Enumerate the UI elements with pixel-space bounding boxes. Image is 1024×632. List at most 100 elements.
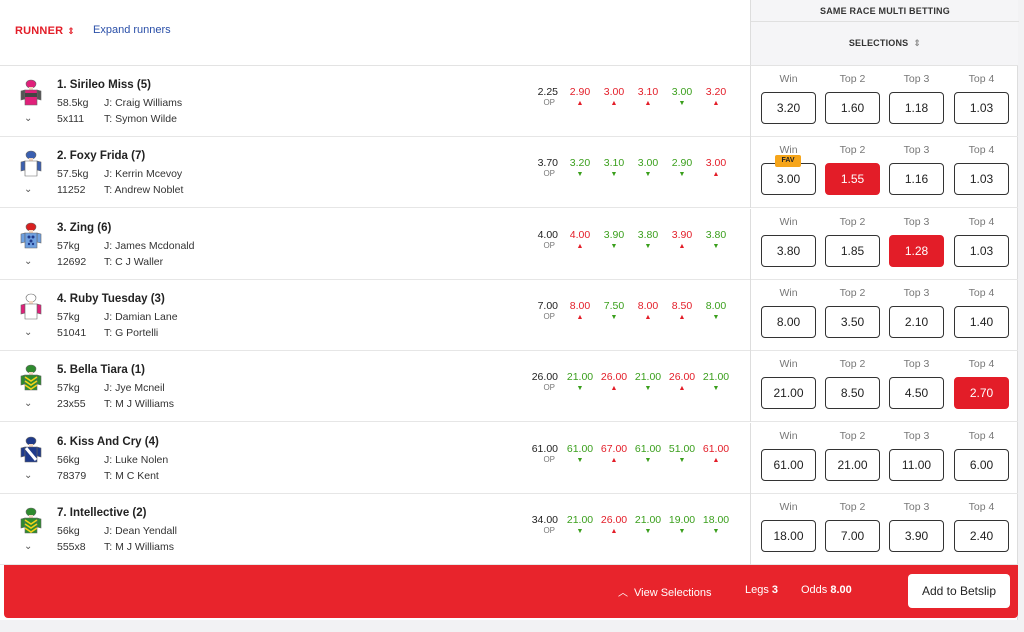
runner-info: ⌄ 5. Bella Tiara (1) 57kg J: Jye Mcneil 23x5… <box>0 351 750 422</box>
odds-button[interactable]: 2.40 <box>954 519 1009 552</box>
odds-button[interactable]: 2.70 <box>954 377 1009 410</box>
triangle-up-icon: ▲ <box>576 313 584 321</box>
col-head-2: Top 3 <box>903 286 930 299</box>
chevron-down-icon[interactable]: ⌄ <box>24 256 32 267</box>
srm-odds: Win 3.00 Top 2 1.55 Top 3 1.16 Top 4 1.03 FAV <box>750 137 1018 209</box>
sort-icon: ⇕ <box>67 26 76 36</box>
triangle-down-icon: ▼ <box>712 385 720 393</box>
selections-sort-button[interactable]: SELECTIONS ⇕ <box>751 38 1019 49</box>
price-fluctuation: 18.00 ▼ <box>699 514 733 537</box>
runner-row: ⌄ 4. Ruby Tuesday (3) 57kg J: Damian Lane 51… <box>0 279 1018 351</box>
runner-sort-button[interactable]: RUNNER ⇕ <box>15 25 75 37</box>
odds-button[interactable]: 3.00 <box>761 163 816 196</box>
op-label: OP <box>543 525 555 535</box>
chevron-down-icon[interactable]: ⌄ <box>24 113 32 124</box>
col-head-1: Top 2 <box>839 215 866 228</box>
runner-info: ⌄ 6. Kiss And Cry (4) 56kg J: Luke Nolen 783… <box>0 423 750 494</box>
betslip-footer: ︿ View Selections Legs 3 Odds 8.00 Add to… <box>4 565 1018 618</box>
view-selections-button[interactable]: ︿ View Selections <box>618 584 711 599</box>
triangle-up-icon: ▲ <box>712 171 720 179</box>
price-fluctuation: 21.00 ▼ <box>631 371 665 394</box>
triangle-down-icon: ▼ <box>576 385 584 393</box>
triangle-down-icon: ▼ <box>644 456 652 464</box>
col-head-2: Top 3 <box>903 429 930 442</box>
jockey-silk-icon <box>19 436 43 464</box>
srm-odds: Win 3.80 Top 2 1.85 Top 3 1.28 Top 4 1.03 <box>750 208 1018 280</box>
chevron-down-icon[interactable]: ⌄ <box>24 184 32 195</box>
col-head-0: Win <box>779 215 798 228</box>
runner-weight: 58.5kg <box>57 97 89 109</box>
runners-header: RUNNER ⇕ Expand runners <box>0 0 750 66</box>
col-head-2: Top 3 <box>903 73 930 85</box>
triangle-down-icon: ▼ <box>610 313 618 321</box>
odds-button[interactable]: 1.03 <box>954 92 1009 124</box>
triangle-up-icon: ▲ <box>610 100 618 107</box>
odds-button[interactable]: 1.18 <box>889 92 944 124</box>
odds-button[interactable]: 4.50 <box>889 377 944 410</box>
col-head-2: Top 3 <box>903 215 930 228</box>
odds-button[interactable]: 3.80 <box>761 234 816 267</box>
runner-name: 5. Bella Tiara (1) <box>57 364 145 377</box>
odds-button[interactable]: 21.00 <box>761 377 816 410</box>
odds-button[interactable]: 1.03 <box>954 163 1009 196</box>
odds-button[interactable]: 1.55 <box>825 163 880 196</box>
add-to-betslip-button[interactable]: Add to Betslip <box>908 574 1010 608</box>
odds-button[interactable]: 61.00 <box>761 448 816 481</box>
triangle-up-icon: ▲ <box>610 527 618 535</box>
runner-weight: 57kg <box>57 239 80 252</box>
col-head-0: Win <box>779 286 798 299</box>
odds-button[interactable]: 8.50 <box>825 377 880 410</box>
triangle-down-icon: ▼ <box>678 456 686 464</box>
triangle-up-icon: ▲ <box>644 100 652 107</box>
odds-button[interactable]: 18.00 <box>761 519 816 552</box>
chevron-down-icon[interactable]: ⌄ <box>24 327 32 338</box>
triangle-down-icon: ▼ <box>644 527 652 535</box>
srm-title: SAME RACE MULTI BETTING <box>751 0 1019 22</box>
odds-button[interactable]: 2.10 <box>889 305 944 338</box>
odds-button[interactable]: 6.00 <box>954 448 1009 481</box>
runner-info: ⌄ 7. Intellective (2) 56kg J: Dean Yendall 5… <box>0 494 750 565</box>
op-label: OP <box>543 383 555 393</box>
runner-row: ⌄ 7. Intellective (2) 56kg J: Dean Yendall 5… <box>0 493 1018 565</box>
odds-button[interactable]: 1.28 <box>889 234 944 267</box>
srm-odds: Win 61.00 Top 2 21.00 Top 3 11.00 Top 4 6.00 <box>750 422 1018 494</box>
triangle-down-icon: ▼ <box>712 313 720 321</box>
runner-trainer: T: Andrew Noblet <box>104 184 184 197</box>
odds-button[interactable]: 1.85 <box>825 234 880 267</box>
chevron-down-icon[interactable]: ⌄ <box>24 398 32 409</box>
odds-button[interactable]: 11.00 <box>889 448 944 481</box>
odds-button[interactable]: 1.16 <box>889 163 944 196</box>
runner-row: ⌄ 6. Kiss And Cry (4) 56kg J: Luke Nolen 783… <box>0 422 1018 494</box>
jockey-silk-icon <box>19 79 43 107</box>
price-fluctuation: 3.90 ▼ <box>597 229 631 252</box>
price-fluctuation: 3.00 ▲ <box>699 157 733 180</box>
odds-button[interactable]: 21.00 <box>825 448 880 481</box>
srm-odds: Win 8.00 Top 2 3.50 Top 3 2.10 Top 4 1.40 <box>750 279 1018 351</box>
odds-button[interactable]: 8.00 <box>761 305 816 338</box>
price-fluctuation: 21.00 ▼ <box>563 371 597 394</box>
odds-button[interactable]: 3.90 <box>889 519 944 552</box>
jockey-silk-icon <box>19 293 43 321</box>
srm-odds: Win 21.00 Top 2 8.50 Top 3 4.50 Top 4 2.70 <box>750 351 1018 423</box>
triangle-up-icon: ▲ <box>576 242 584 250</box>
col-head-3: Top 4 <box>968 215 995 228</box>
price-fluctuation: 8.50 ▲ <box>665 300 699 323</box>
odds-button[interactable]: 1.03 <box>954 234 1009 267</box>
price-fluctuation: 21.00 ▼ <box>631 514 665 537</box>
triangle-up-icon: ▲ <box>610 456 618 464</box>
runner-name: 1. Sirileo Miss (5) <box>57 79 151 91</box>
chevron-down-icon[interactable]: ⌄ <box>24 541 32 552</box>
runner-row: ⌄ 3. Zing (6) 57kg J: James Mcdonald 12692 T:… <box>0 208 1018 280</box>
odds-button[interactable]: 1.40 <box>954 305 1009 338</box>
jockey-silk-icon <box>19 222 43 250</box>
expand-runners-link[interactable]: Expand runners <box>93 24 171 36</box>
odds-button[interactable]: 1.60 <box>825 92 880 124</box>
triangle-down-icon: ▼ <box>610 242 618 250</box>
triangle-down-icon: ▼ <box>576 171 584 179</box>
runner-trainer: T: G Portelli <box>104 326 159 339</box>
odds-button[interactable]: 3.20 <box>761 92 816 124</box>
chevron-down-icon[interactable]: ⌄ <box>24 470 32 481</box>
odds-button[interactable]: 7.00 <box>825 519 880 552</box>
col-head-0: Win <box>779 358 798 371</box>
odds-button[interactable]: 3.50 <box>825 305 880 338</box>
